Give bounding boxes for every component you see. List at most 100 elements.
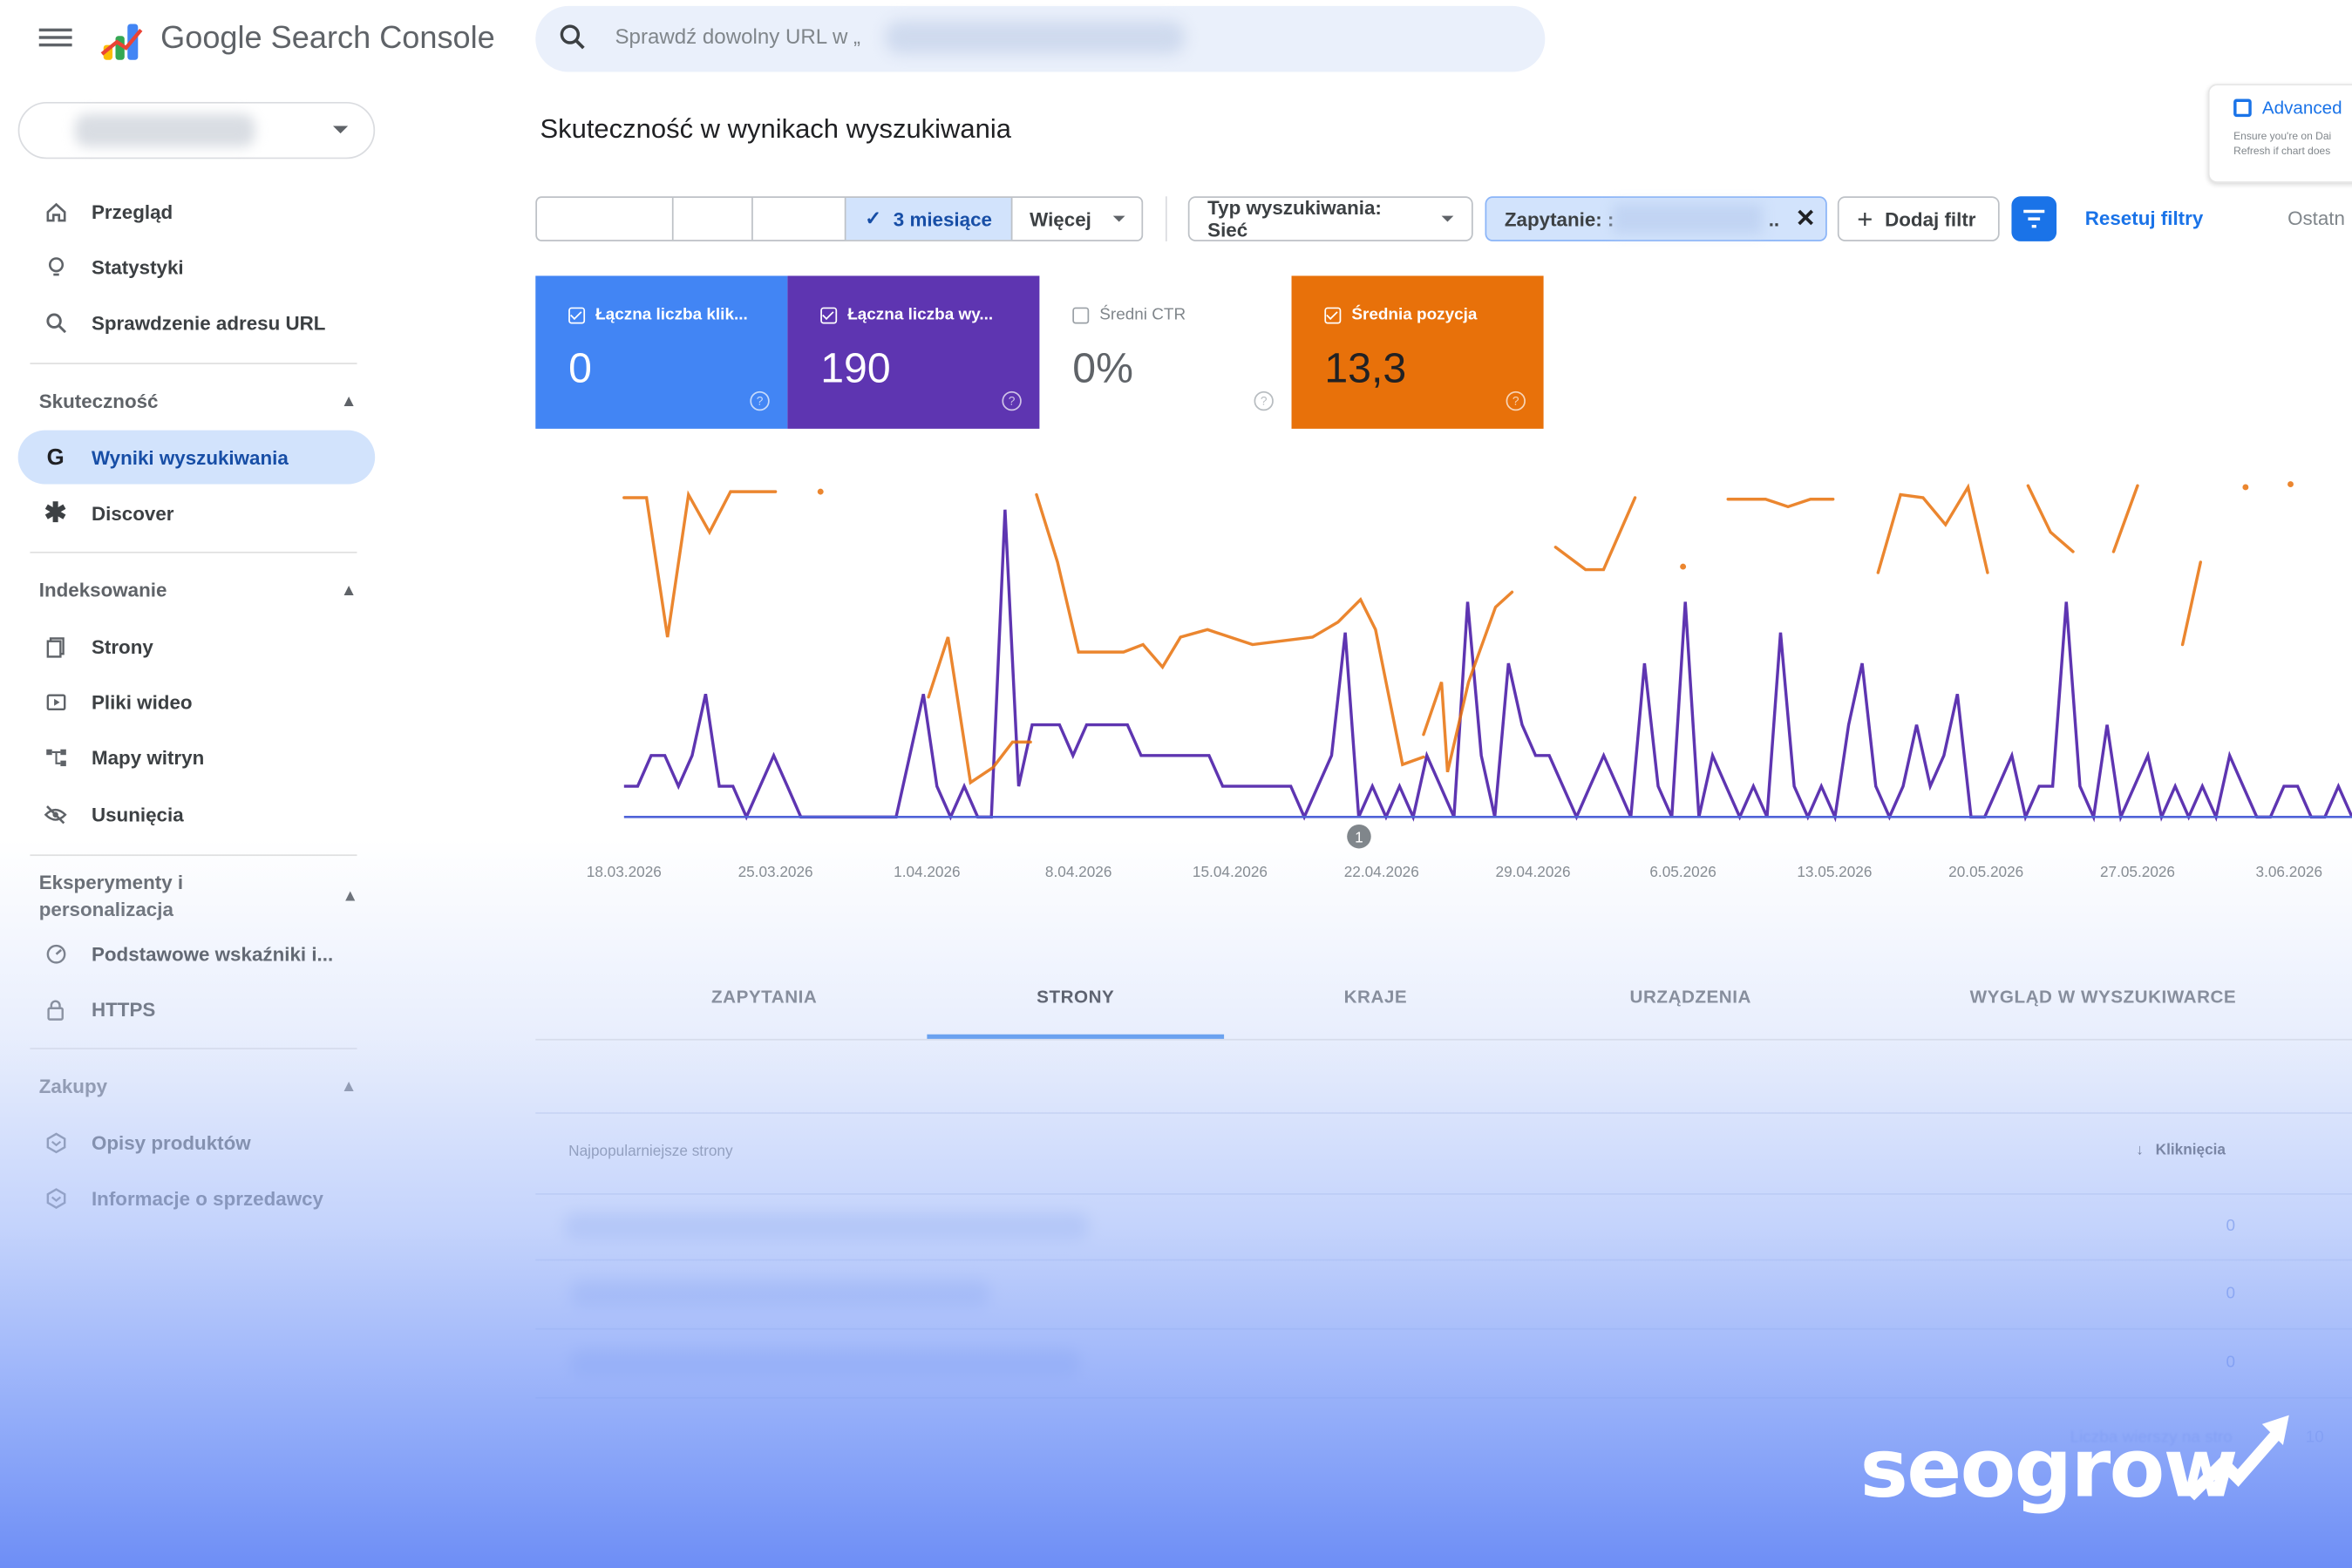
redacted-property-name xyxy=(75,113,255,147)
x-tick-label: 15.04.2026 xyxy=(1193,863,1268,880)
dimension-tabs: ZAPYTANIA STRONY KRAJE URZĄDZENIA WYGLĄD… xyxy=(535,954,2352,1041)
eye-off-icon xyxy=(42,800,69,827)
section-header-shopping[interactable]: Zakupy ▲ xyxy=(39,1075,364,1097)
date-range-option[interactable] xyxy=(753,198,846,241)
metric-card-ctr[interactable]: Średni CTR 0% ? xyxy=(1039,275,1292,429)
checkbox-unchecked-icon[interactable] xyxy=(1072,306,1090,323)
sidebar-divider xyxy=(30,363,357,364)
advanced-note-1: Ensure you're on Dai xyxy=(2233,132,2332,143)
sidebar-item-discover[interactable]: ✱ Discover xyxy=(18,485,376,540)
table-divider xyxy=(535,1193,2352,1195)
advanced-label: Advanced xyxy=(2261,97,2342,119)
search-icon xyxy=(42,309,69,336)
metric-card-impressions[interactable]: Łączna liczba wy... 190 ? xyxy=(787,275,1040,429)
sort-column-label: Kliknięcia xyxy=(2155,1142,2226,1159)
sidebar-item-label: Wyniki wyszukiwania xyxy=(91,445,289,469)
sidebar-item-label: Mapy witryn xyxy=(91,745,205,769)
sidebar-item-label: HTTPS xyxy=(91,997,156,1021)
seogrow-arrow-icon xyxy=(2185,1415,2289,1501)
rows-per-page-select[interactable]: 10 xyxy=(2306,1429,2324,1447)
redacted-query xyxy=(1612,203,1763,234)
url-search-input[interactable]: Sprawdź dowolny URL w „ xyxy=(615,24,860,49)
sidebar-item-insights[interactable]: Statystyki xyxy=(18,240,376,294)
help-icon[interactable]: ? xyxy=(1506,390,1526,411)
metric-card-clicks[interactable]: Łączna liczba klik... 0 ? xyxy=(535,275,788,429)
sidebar-item-sitemaps[interactable]: Mapy witryn xyxy=(18,730,376,784)
search-console-logo-icon xyxy=(100,24,143,60)
checkbox-checked-icon[interactable] xyxy=(820,306,838,323)
sidebar-item-url-inspection[interactable]: Sprawdzenie adresu URL xyxy=(18,295,376,350)
google-g-icon: G xyxy=(46,444,65,471)
metric-card-position[interactable]: Średnia pozycja 13,3 ? xyxy=(1291,275,1544,429)
chevron-down-icon xyxy=(332,126,349,134)
close-icon[interactable]: ✕ xyxy=(1796,204,1816,234)
position-line-segment xyxy=(2180,560,2202,647)
date-range-option[interactable] xyxy=(674,198,753,241)
sidebar-item-label: Pliki wideo xyxy=(91,690,193,713)
gauge-icon xyxy=(42,940,69,967)
x-tick-label: 27.05.2026 xyxy=(2100,863,2175,880)
sidebar-item-pages[interactable]: Strony xyxy=(18,619,376,673)
position-line-segment xyxy=(1553,496,1637,572)
checkbox-checked-icon[interactable] xyxy=(1324,306,1342,323)
section-header-indexing[interactable]: Indeksowanie ▲ xyxy=(39,579,364,601)
sidebar-item-label: Statystyki xyxy=(91,255,184,279)
sidebar-item-search-results[interactable]: G Wyniki wyszukiwania xyxy=(17,430,376,485)
metric-value: 13,3 xyxy=(1324,344,1407,391)
add-filter-label: Dodaj filtr xyxy=(1885,207,1976,231)
tab-devices[interactable]: URZĄDZENIA xyxy=(1555,954,1825,1041)
sidebar-item-label: Strony xyxy=(91,635,153,658)
date-range-selector: ✓ 3 miesiące Więcej xyxy=(535,196,1144,241)
section-title: Indeksowanie xyxy=(38,578,167,601)
x-tick-label: 3.06.2026 xyxy=(2256,863,2322,880)
hamburger-menu-icon[interactable] xyxy=(38,24,72,51)
advanced-popup[interactable]: Advanced Ensure you're on Dai Refresh if… xyxy=(2207,84,2352,183)
date-range-3-months[interactable]: ✓ 3 miesiące xyxy=(846,198,1013,241)
sitemap-icon xyxy=(42,743,69,770)
arrow-down-icon: ↓ xyxy=(2136,1142,2144,1159)
sidebar-item-merchant-listings[interactable]: Informacje o sprzedawcy xyxy=(18,1171,376,1225)
tab-countries[interactable]: KRAJE xyxy=(1241,954,1511,1041)
advanced-link[interactable]: Advanced xyxy=(2233,98,2352,119)
date-range-option[interactable] xyxy=(537,198,674,241)
help-icon[interactable]: ? xyxy=(750,390,770,411)
diamond-icon xyxy=(42,1129,69,1156)
search-console-window: Google Search Console Sprawdź dowolny UR… xyxy=(0,0,2352,1568)
redacted-page-url xyxy=(569,1280,990,1307)
date-range-label: 3 miesiące xyxy=(893,207,992,231)
query-filter-label: Zapytanie: : xyxy=(1504,207,1614,231)
help-icon[interactable]: ? xyxy=(1002,390,1022,411)
performance-chart[interactable]: 1 18.03.2026 25.03.2026 1.04.2026 8.04.2026… xyxy=(535,435,2352,914)
table-divider xyxy=(535,1112,2352,1114)
plus-icon: + xyxy=(1857,203,1873,234)
sidebar-item-product-snippets[interactable]: Opisy produktów xyxy=(18,1116,376,1170)
sidebar-item-label: Informacje o sprzedawcy xyxy=(91,1186,324,1210)
filter-settings-button[interactable] xyxy=(2011,196,2057,241)
position-line-segment xyxy=(2026,484,2075,553)
position-line-segment xyxy=(1876,483,1989,574)
section-header-experiments[interactable]: Eksperymenty i personalizacja xyxy=(39,870,219,924)
caret-down-icon xyxy=(1441,215,1454,222)
search-type-filter[interactable]: Typ wyszukiwania: Sieć xyxy=(1187,196,1473,241)
sidebar-item-removals[interactable]: Usunięcia xyxy=(18,787,376,841)
sidebar-item-videos[interactable]: Pliki wideo xyxy=(18,675,376,729)
x-tick-label: 20.05.2026 xyxy=(1948,863,2023,880)
sidebar-item-overview[interactable]: Przegląd xyxy=(18,185,376,239)
table-header-clicks[interactable]: ↓ Kliknięcia xyxy=(2136,1143,2226,1159)
date-range-more[interactable]: Więcej xyxy=(1012,198,1141,240)
tab-pages[interactable]: STRONY xyxy=(927,954,1224,1041)
checkbox-checked-icon[interactable] xyxy=(568,306,586,323)
metric-value: 0% xyxy=(1072,344,1133,391)
tab-queries[interactable]: ZAPYTANIA xyxy=(595,954,933,1041)
help-icon[interactable]: ? xyxy=(1254,390,1274,411)
x-tick-label: 1.04.2026 xyxy=(894,863,960,880)
section-header-performance[interactable]: Skuteczność ▲ xyxy=(39,390,364,412)
sidebar-item-https[interactable]: HTTPS xyxy=(18,982,376,1036)
sidebar-item-core-web-vitals[interactable]: Podstawowe wskaźniki i... xyxy=(18,927,376,981)
tab-search-appearance[interactable]: WYGLĄD W WYSZUKIWARCE xyxy=(1931,954,2276,1041)
reset-filters-link[interactable]: Resetuj filtry xyxy=(2085,207,2204,229)
annotation-marker-label: 1 xyxy=(1355,829,1363,846)
chevron-up-icon: ▲ xyxy=(342,887,359,906)
table-row-clicks: 0 xyxy=(2226,1284,2236,1303)
add-filter-button[interactable]: + Dodaj filtr xyxy=(1837,196,2000,241)
